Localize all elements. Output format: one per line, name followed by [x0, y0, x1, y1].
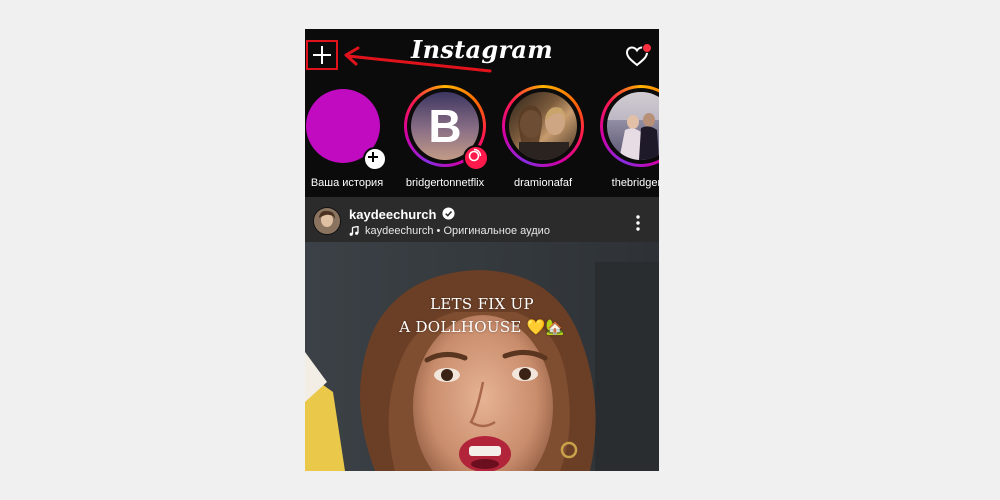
story-bridgertonnetflix[interactable]: B bridgertonnetflix	[395, 85, 495, 193]
stories-tray: Ваша история B bridgertonnetflix dramion…	[305, 79, 659, 197]
caption-line: A DOLLHOUSE 💛🏡	[399, 318, 565, 336]
post-audio-label[interactable]: kaydeechurch • Оригинальное аудио	[365, 225, 550, 237]
instagram-app: Instagram Ваша история B bridgertonnetfl…	[305, 29, 659, 471]
story-avatar	[509, 92, 577, 160]
story-dramionafaf[interactable]: dramionafaf	[493, 85, 593, 193]
video-frame	[305, 242, 659, 471]
plus-icon	[368, 152, 378, 162]
post-header: kaydeechurch kaydeechurch • Оригинальное…	[305, 197, 659, 242]
top-bar: Instagram	[305, 29, 659, 79]
post-video[interactable]: LETS FIX UP A DOLLHOUSE 💛🏡	[305, 242, 659, 471]
story-your-story[interactable]: Ваша история	[305, 85, 397, 193]
post-username[interactable]: kaydeechurch	[349, 207, 436, 222]
live-badge-icon	[463, 145, 489, 171]
video-caption: LETS FIX UP A DOLLHOUSE 💛🏡	[365, 293, 599, 339]
more-options-icon[interactable]	[628, 213, 648, 233]
story-avatar	[607, 92, 659, 160]
story-ring	[600, 85, 659, 167]
story-thebridgerto[interactable]: thebridgerto	[591, 85, 659, 193]
verified-badge-icon	[442, 207, 455, 220]
instagram-logo: Instagram	[411, 35, 553, 64]
story-ring	[502, 85, 584, 167]
notification-dot	[642, 43, 652, 53]
music-note-icon	[349, 226, 359, 236]
add-story-badge[interactable]	[363, 147, 387, 171]
story-label: thebridgerto	[611, 177, 659, 189]
caption-line: LETS FIX UP	[430, 295, 534, 313]
avatar-letter: B	[428, 100, 462, 152]
post-author-avatar[interactable]	[313, 207, 341, 235]
